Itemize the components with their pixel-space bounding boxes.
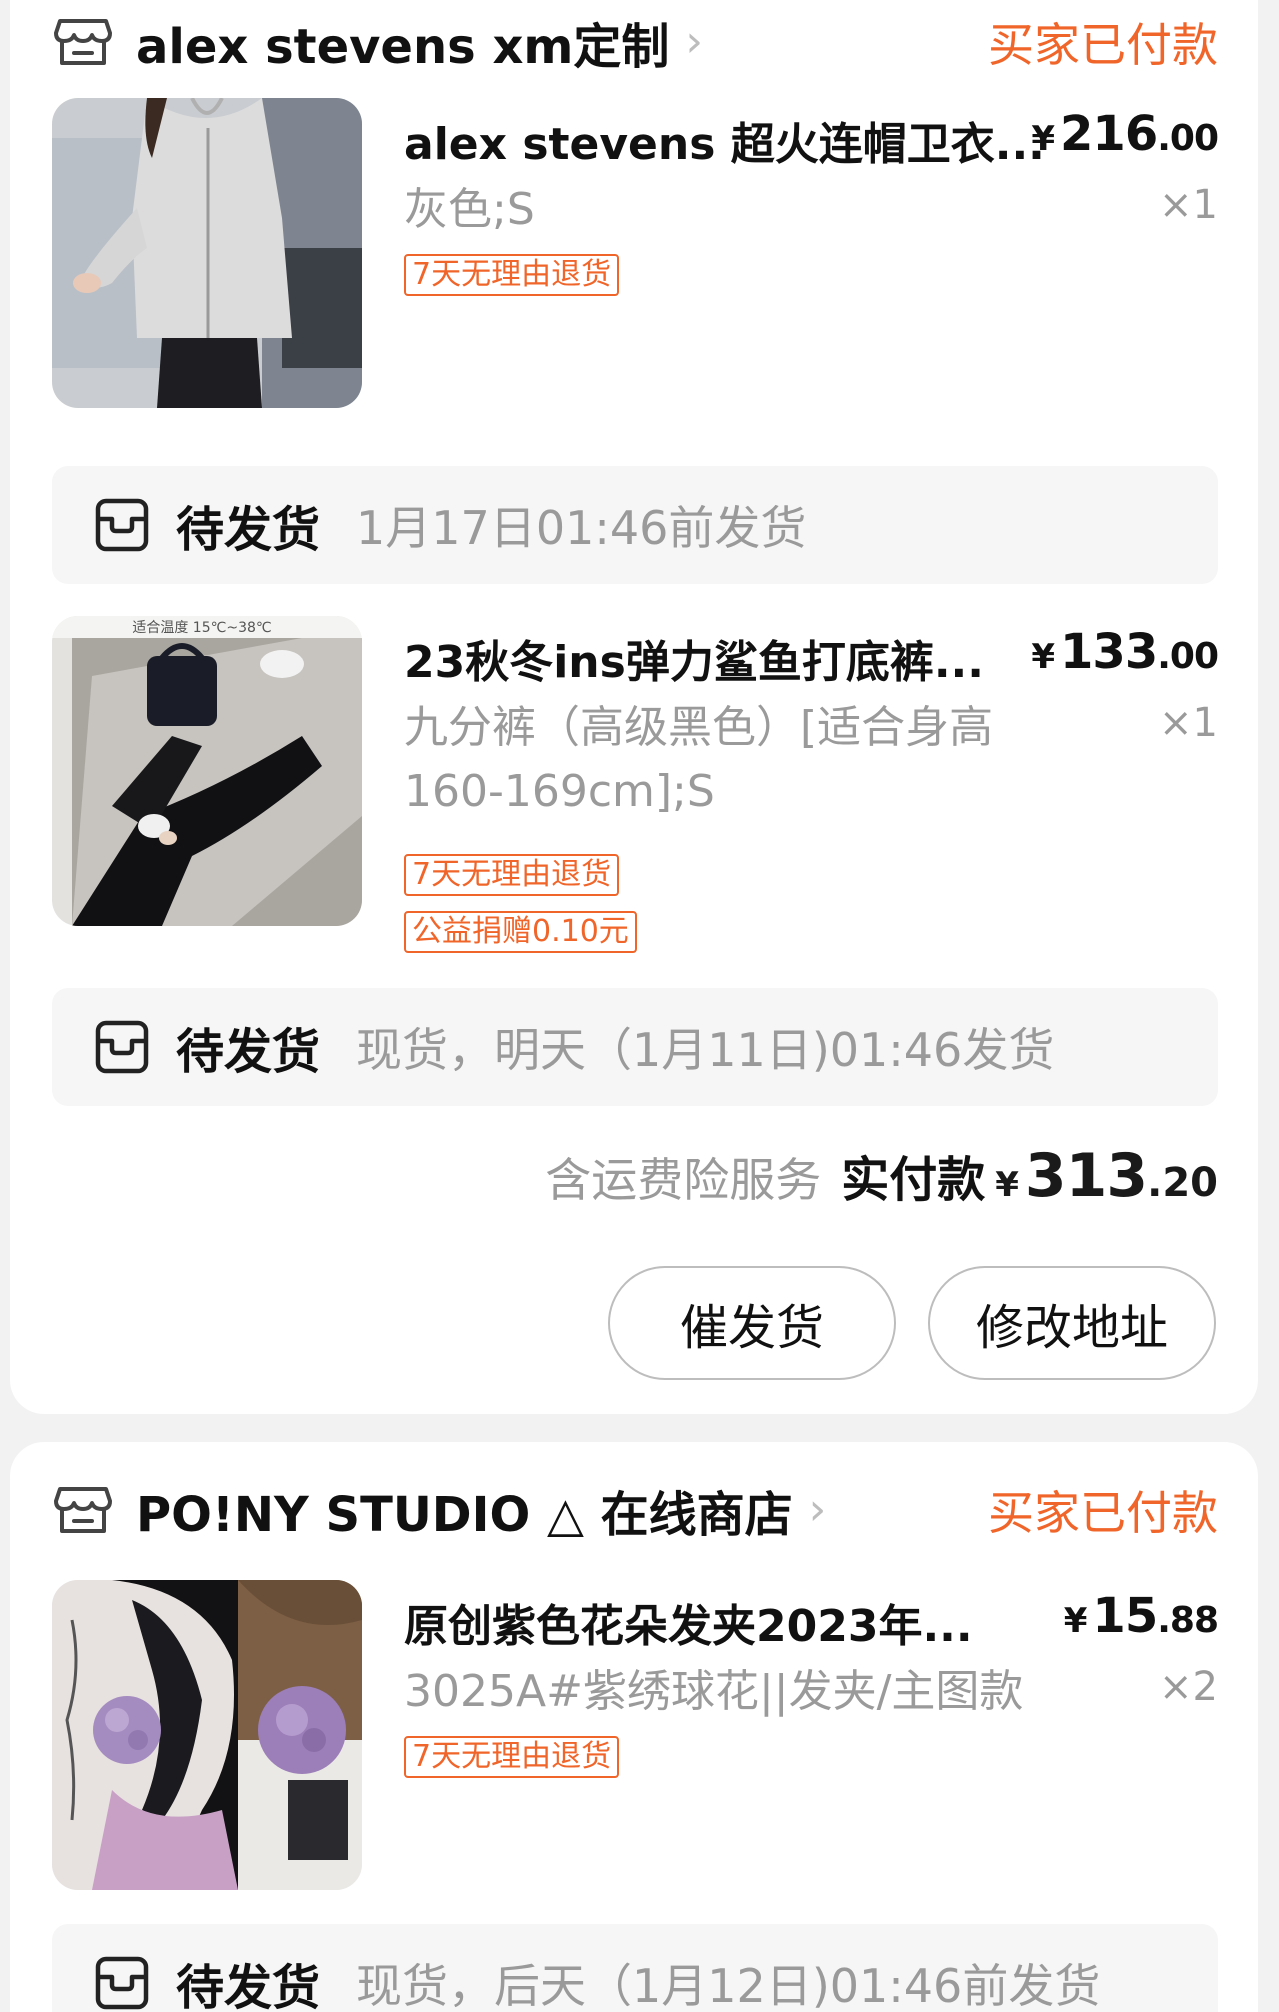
product-quantity: ×1 [1159,182,1218,228]
return-policy-tag: 7天无理由退货 [404,1736,620,1778]
order-item[interactable]: alex stevens 超火连帽卫衣... ¥216.00 灰色;S ×1 7… [52,98,1219,408]
total-decimal: .20 [1147,1160,1218,1206]
product-image[interactable] [52,1580,362,1890]
package-icon [94,1019,150,1075]
return-policy-tag: 7天无理由退货 [404,854,620,896]
order-total: 含运费险服务 实付款 ¥ 313 .20 [545,1140,1218,1211]
chevron-right-icon: › [685,16,704,67]
price-decimal: .00 [1157,118,1219,159]
price-integer: 133 [1060,624,1158,680]
shipping-status-row[interactable]: 待发货 现货，明天（1月11日)01:46发货 [52,988,1218,1106]
product-image[interactable]: 适合温度 15℃~38℃ [52,616,362,926]
shipping-deadline: 现货，明天（1月11日)01:46发货 [356,1023,1055,1077]
shipping-status-row[interactable]: 待发货 现货，后天（1月12日)01:46前发货 [52,1924,1218,2012]
shipping-insurance-note: 含运费险服务 [545,1153,822,1207]
package-icon [94,1955,150,2011]
store-icon [54,17,112,67]
shipping-deadline: 1月17日01:46前发货 [356,501,807,555]
product-variant: 九分裤（高级黑色）[适合身高160-169cm];S [404,702,994,817]
product-image[interactable] [52,98,362,408]
shipping-status-label: 待发货 [176,502,321,558]
product-variant: 灰色;S [404,184,535,235]
image-caption: 适合温度 15℃~38℃ [132,620,271,636]
package-icon [94,497,150,553]
store-icon [54,1485,112,1535]
store-header[interactable]: PO!NY STUDIO △ 在线商店 › 买家已付款 [54,1470,1218,1550]
order-card: PO!NY STUDIO △ 在线商店 › 买家已付款 原创紫色花朵发夹2023… [10,1442,1258,2012]
order-status: 买家已付款 [988,18,1218,72]
product-price: ¥133.00 [1031,624,1219,680]
total-label: 实付款 [841,1152,986,1208]
shipping-status-row[interactable]: 待发货 1月17日01:46前发货 [52,466,1218,584]
product-variant: 3025A#紫绣球花||发夹/主图款 [404,1666,1024,1717]
product-title[interactable]: alex stevens 超火连帽卫衣... [404,108,1044,172]
product-title[interactable]: 23秋冬ins弹力鲨鱼打底裤... [404,626,1044,690]
price-decimal: .88 [1157,1600,1219,1641]
chevron-right-icon: › [808,1484,827,1535]
total-integer: 313 [1024,1141,1148,1211]
product-quantity: ×1 [1159,700,1218,746]
order-item[interactable]: 原创紫色花朵发夹2023年... ¥15.88 3025A#紫绣球花||发夹/主… [52,1580,1219,1890]
price-integer: 216 [1060,106,1158,162]
price-integer: 15 [1092,1588,1158,1644]
remind-shipping-button[interactable]: 催发货 [608,1266,896,1380]
currency-symbol: ¥ [1063,1601,1088,1641]
currency-symbol: ¥ [995,1165,1019,1205]
product-price: ¥216.00 [1031,106,1219,162]
currency-symbol: ¥ [1031,119,1055,159]
currency-symbol: ¥ [1031,637,1055,677]
price-decimal: .00 [1157,636,1219,677]
charity-donation-tag: 公益捐赠0.10元 [404,911,637,953]
shipping-deadline: 现货，后天（1月12日)01:46前发货 [356,1959,1101,2012]
store-name[interactable]: alex stevens xm定制 [136,7,669,77]
store-header[interactable]: alex stevens xm定制 › 买家已付款 [54,2,1218,82]
order-card: alex stevens xm定制 › 买家已付款 alex stevens 超… [10,0,1258,1414]
product-title[interactable]: 原创紫色花朵发夹2023年... [404,1590,1044,1654]
change-address-button[interactable]: 修改地址 [928,1266,1216,1380]
shipping-status-label: 待发货 [176,1960,321,2012]
store-name[interactable]: PO!NY STUDIO △ 在线商店 [136,1475,793,1545]
order-status: 买家已付款 [988,1486,1218,1540]
product-price: ¥15.88 [1063,1588,1219,1644]
product-quantity: ×2 [1159,1664,1218,1710]
order-item[interactable]: 适合温度 15℃~38℃ 23秋冬ins弹力鲨鱼打底裤... ¥133.00 九… [52,616,1219,953]
return-policy-tag: 7天无理由退货 [404,254,620,296]
shipping-status-label: 待发货 [176,1024,321,1080]
